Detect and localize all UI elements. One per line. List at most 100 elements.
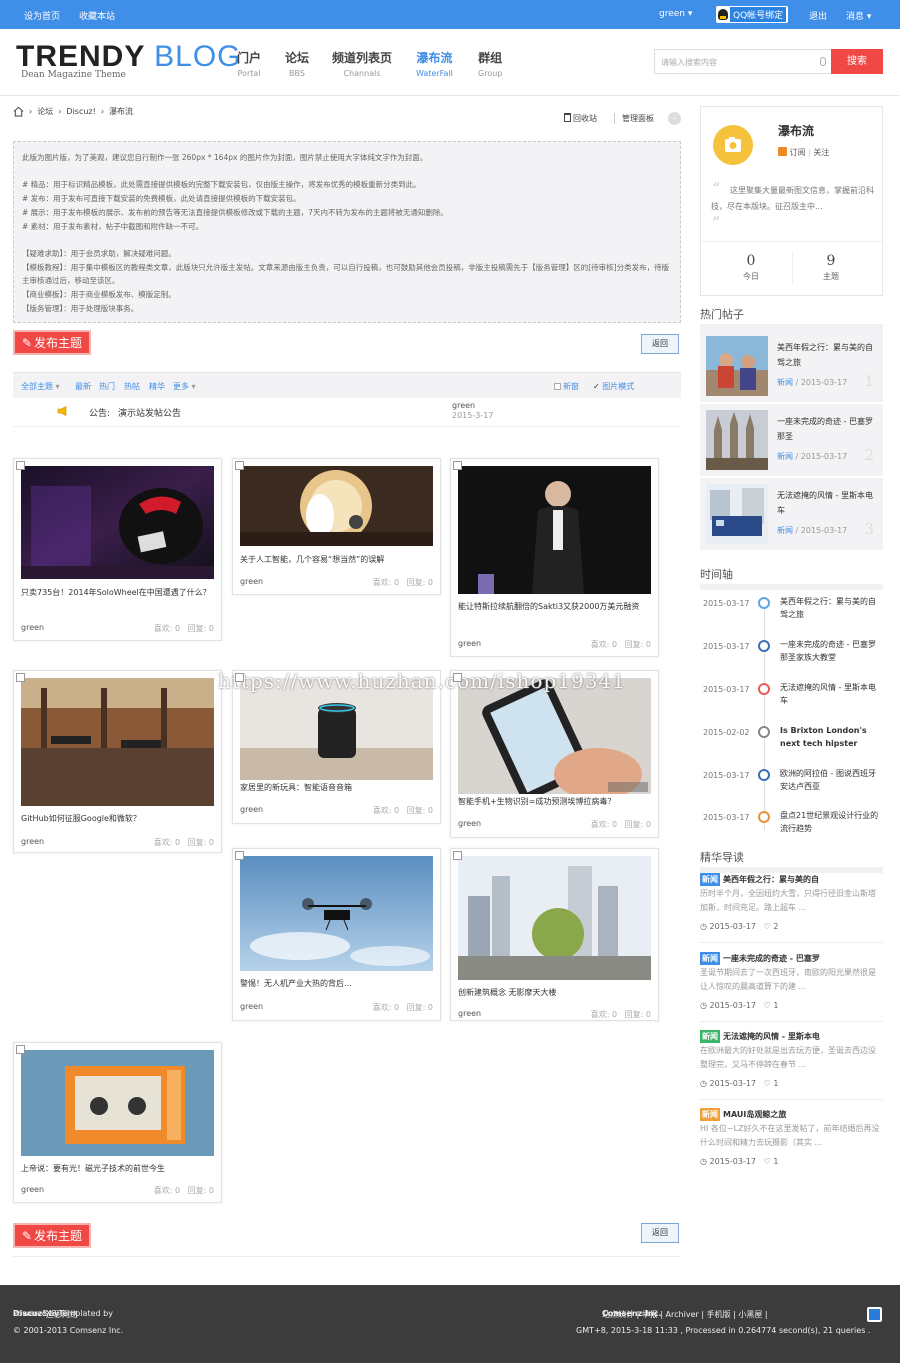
filter-all-label: 全部主题	[21, 382, 53, 391]
select-checkbox[interactable]	[235, 673, 244, 682]
select-checkbox[interactable]	[235, 851, 244, 860]
filter-latest[interactable]: 最新	[75, 381, 91, 392]
waterfall-card[interactable]: 只卖735台！2014年SoloWheel在中国遭遇了什么？ green 喜欢:…	[13, 458, 222, 641]
notice-line: # 发布：用于发布可直接下载安装的免费模板，此处请直接提供模板的下载安装包。	[22, 194, 301, 204]
back-button[interactable]: 返回	[641, 1223, 679, 1243]
clock-icon	[758, 597, 770, 609]
hot-post-item[interactable]: 一座未完成的奇迹 - 巴塞罗那圣 新闻 / 2015-03-17 2	[700, 404, 883, 476]
nav-waterfall[interactable]: 瀑布流 WaterFall	[416, 49, 453, 78]
digest-item[interactable]: 新闻 美西年假之行：累与美的自 历时半个月，全因纽约大雪，只得行径旧金山斯塔加斯，…	[700, 873, 883, 943]
search-button[interactable]: 搜索	[831, 49, 883, 74]
card-author[interactable]: green	[458, 639, 481, 648]
timeline-title-text: 美西年假之行：累与美的自驾之旅	[780, 597, 876, 619]
card-image	[458, 856, 651, 980]
image-mode-toggle[interactable]: ✓ 图片模式	[593, 381, 634, 392]
breadcrumb-forum[interactable]: 论坛	[37, 106, 53, 117]
card-title[interactable]: 只卖735台！2014年SoloWheel在中国遭遇了什么？	[21, 586, 214, 600]
post-topic-button[interactable]: ✎ 发布主题	[13, 1223, 91, 1248]
card-title[interactable]: 能让特斯拉续航翻倍的Sakti3又获2000万美元融资	[458, 600, 651, 614]
announcement-row[interactable]: 公告: 演示站发帖公告 green 2015-3-17	[13, 401, 681, 427]
filter-trending[interactable]: 热帖	[124, 381, 140, 392]
logout-link[interactable]: 退出	[809, 9, 827, 22]
microphone-icon[interactable]	[820, 57, 826, 66]
timeline-title-text: 欧洲的阿拉伯 - 图说西班牙安达卢西亚	[780, 769, 876, 791]
back-button[interactable]: 返回	[641, 334, 679, 354]
hot-post-tag[interactable]: 新闻	[777, 378, 793, 387]
card-author[interactable]: green	[240, 805, 263, 814]
hot-post-tag[interactable]: 新闻	[777, 452, 793, 461]
card-title[interactable]: 上帝说：要有光！磁光子技术的前世今生	[21, 1162, 214, 1176]
post-topic-button[interactable]: ✎ 发布主题	[13, 330, 91, 355]
select-checkbox[interactable]	[235, 461, 244, 470]
card-title[interactable]: 智能手机+生物识别=成功预测埃博拉病毒？	[458, 795, 651, 809]
waterfall-card[interactable]: GitHub如何征服Google和微软？ green 喜欢: 0 回复: 0	[13, 670, 222, 853]
subscribe-link[interactable]: 订阅	[790, 148, 806, 157]
follow-link[interactable]: 关注	[813, 148, 829, 157]
card-author[interactable]: green	[240, 577, 263, 586]
digest-item[interactable]: 新闻 无法遮掩的风情 - 里斯本电 在欧洲最大的好处就是出去玩方便，圣诞去西边没整…	[700, 1030, 883, 1100]
filter-digest[interactable]: 精华	[149, 381, 165, 392]
waterfall-card[interactable]: 关于人工智能，几个容易“想当然”的误解 green 喜欢: 0 回复: 0	[232, 458, 441, 595]
card-author[interactable]: green	[21, 837, 44, 846]
recycle-bin-link[interactable]: 回收站	[564, 113, 597, 124]
announcement-author[interactable]: green	[452, 401, 475, 410]
waterfall-card[interactable]: 创新建筑概念 无影摩天大楼 green 喜欢: 0 回复: 0	[450, 848, 659, 1021]
waterfall-card[interactable]: 上帝说：要有光！磁光子技术的前世今生 green 喜欢: 0 回复: 0	[13, 1042, 222, 1203]
bookmark-link[interactable]: 收藏本站	[79, 9, 115, 22]
nav-channels[interactable]: 频道列表页 Channals	[332, 49, 392, 78]
card-author[interactable]: green	[458, 1009, 481, 1018]
user-menu[interactable]: green ▾	[659, 9, 692, 19]
digest-meta: ◷ 2015-03-17 ♡ 1	[700, 1157, 778, 1166]
card-title[interactable]: GitHub如何征服Google和微软？	[21, 812, 214, 826]
new-window-toggle[interactable]: 新窗	[554, 381, 579, 392]
select-checkbox[interactable]	[16, 673, 25, 682]
waterfall-card[interactable]: 能让特斯拉续航翻倍的Sakti3又获2000万美元融资 green 喜欢: 0 …	[450, 458, 659, 657]
waterfall-card[interactable]: 家居里的新玩具：智能语音音箱 green 喜欢: 0 回复: 0	[232, 670, 441, 824]
announcement-title[interactable]: 演示站发帖公告	[118, 406, 181, 419]
card-title[interactable]: 关于人工智能，几个容易“想当然”的误解	[240, 553, 433, 567]
card-title[interactable]: 创新建筑概念 无影摩天大楼	[458, 986, 651, 1000]
nav-portal[interactable]: 门户 Portal	[237, 49, 261, 78]
forum-actions: 订阅 | 关注	[778, 147, 829, 158]
digest-item[interactable]: 新闻 MAUI岛观鲸之旅 HI 各位~LZ好久不在这里发帖了，前年结婚后再没什么时…	[700, 1108, 883, 1178]
waterfall-card[interactable]: 警惕！无人机产业大热的背后... green 喜欢: 0 回复: 0	[232, 848, 441, 1021]
messages-menu[interactable]: 消息 ▾	[846, 9, 871, 22]
digest-item-title: MAUI岛观鲸之旅	[723, 1110, 787, 1119]
set-home-link[interactable]: 设为首页	[24, 9, 60, 22]
breadcrumb-discuz[interactable]: Discuz!	[66, 107, 95, 116]
hot-post-tag[interactable]: 新闻	[777, 526, 793, 535]
card-author[interactable]: green	[458, 819, 481, 828]
footer-copyright: © 2001-2013 Comsenz Inc.	[13, 1326, 124, 1335]
digest-likes: 1	[773, 1157, 779, 1166]
card-title[interactable]: 警惕！无人机产业大热的背后...	[240, 977, 433, 991]
select-checkbox[interactable]	[453, 461, 462, 470]
footer-links[interactable]: 站点统计 | 举报 | Archiver | 手机版 | 小黑屋 | Comse…	[602, 1309, 768, 1319]
search-input[interactable]: 请输入搜索内容	[654, 49, 832, 74]
collapse-icon[interactable]: –	[668, 112, 681, 125]
hot-post-item[interactable]: 无法遮掩的风情 - 里斯本电车 新闻 / 2015-03-17 3	[700, 478, 883, 550]
select-checkbox[interactable]	[453, 673, 462, 682]
qq-bind-button[interactable]: QQ帐号绑定	[716, 6, 789, 23]
nav-bbs[interactable]: 论坛 BBS	[285, 49, 309, 78]
filter-more-dropdown[interactable]: 更多 ▾	[173, 381, 196, 392]
hot-post-item[interactable]: 美西年假之行：累与美的自驾之旅 新闻 / 2015-03-17 1	[700, 330, 883, 402]
select-checkbox[interactable]	[16, 1045, 25, 1054]
digest-item[interactable]: 新闻 一座未完成的奇迹 - 巴塞罗 圣诞节期间去了一次西班牙，南欧的阳光果然很是让…	[700, 952, 883, 1022]
filter-all-dropdown[interactable]: 全部主题 ▾	[21, 381, 60, 392]
site-logo[interactable]: TRENDY BLOG	[16, 40, 242, 74]
home-icon[interactable]	[13, 106, 24, 117]
select-checkbox[interactable]	[453, 851, 462, 860]
manage-panel-link[interactable]: 管理面板	[614, 113, 654, 124]
filter-hot[interactable]: 热门	[99, 381, 115, 392]
digest-excerpt: 在欧洲最大的好处就是出去玩方便，圣诞去西边没整理完，又马不停蹄在春节 ...	[700, 1046, 876, 1069]
card-author[interactable]: green	[21, 1185, 44, 1194]
nav-group[interactable]: 群组 Group	[478, 49, 502, 78]
card-title[interactable]: 家居里的新玩具：智能语音音箱	[240, 781, 433, 795]
megaphone-icon	[57, 406, 69, 416]
nav-sublabel: BBS	[289, 69, 305, 78]
footer-templater-link[interactable]: 迪恩网络	[46, 1309, 78, 1320]
card-author[interactable]: green	[240, 1002, 263, 1011]
waterfall-card[interactable]: 智能手机+生物识别=成功预测埃博拉病毒？ green 喜欢: 0 回复: 0	[450, 670, 659, 838]
select-checkbox[interactable]	[16, 461, 25, 470]
card-author[interactable]: green	[21, 623, 44, 632]
